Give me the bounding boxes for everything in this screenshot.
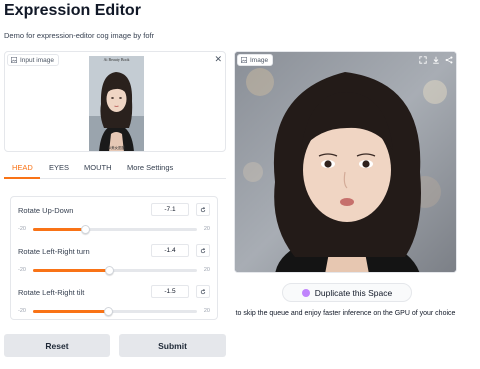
share-icon[interactable] (444, 55, 453, 64)
slider-number-input[interactable]: -7.1 (151, 203, 189, 216)
input-image-label: Input image (7, 54, 59, 66)
portrait-thumbnail-art (89, 56, 144, 151)
submit-button[interactable]: Submit (119, 334, 226, 357)
slider-fill (33, 228, 86, 231)
input-image-label-text: Input image (20, 56, 54, 64)
output-image-label: Image (237, 54, 274, 66)
duplicate-caption: to skip the queue and enjoy faster infer… (235, 310, 456, 317)
reset-icon[interactable] (196, 203, 210, 216)
slider-min-label: -20 (18, 308, 26, 314)
reset-icon[interactable] (196, 244, 210, 257)
slider-label: Rotate Left-Right tilt (18, 288, 85, 297)
tab-eyes[interactable]: EYES (49, 163, 69, 172)
slider-handle[interactable] (104, 307, 114, 316)
slider-track[interactable] (33, 266, 197, 275)
slider-fill (33, 269, 110, 272)
slider-rotate-left-right-turn: Rotate Left-Right turn -1.4 -20 20 (11, 244, 217, 283)
reset-button[interactable]: Reset (4, 334, 110, 357)
slider-fill (33, 310, 109, 313)
reset-icon[interactable] (196, 285, 210, 298)
tab-more-settings[interactable]: More Settings (127, 163, 173, 172)
page-title: Expression Editor (4, 2, 141, 19)
slider-rotate-up-down: Rotate Up-Down -7.1 -20 20 (11, 203, 217, 242)
image-icon (241, 57, 247, 63)
image-icon (11, 57, 17, 63)
slider-label: Rotate Up-Down (18, 206, 74, 215)
slider-track[interactable] (33, 307, 197, 316)
output-image-panel: Image (234, 51, 457, 273)
portrait-output-image (235, 52, 456, 272)
slider-min-label: -20 (18, 226, 26, 232)
head-sliders-panel: Rotate Up-Down -7.1 -20 20 Rotate Left-R… (10, 196, 218, 320)
output-image-label-text: Image (250, 56, 269, 64)
duplicate-space-button[interactable]: Duplicate this Space (282, 283, 412, 302)
slider-max-label: 20 (203, 308, 210, 314)
slider-max-label: 20 (203, 226, 210, 232)
page-subtitle: Demo for expression-editor cog image by … (4, 31, 155, 40)
slider-number-input[interactable]: -1.5 (151, 285, 189, 298)
slider-track[interactable] (33, 225, 197, 234)
fullscreen-icon[interactable] (418, 55, 427, 64)
slider-rotate-left-right-tilt: Rotate Left-Right tilt -1.5 -20 20 (11, 285, 217, 319)
input-image-panel[interactable]: Input image ✕ Ai Beauty Book AI美女图鉴 (4, 51, 226, 152)
download-icon[interactable] (431, 55, 440, 64)
tab-head[interactable]: HEAD (12, 163, 33, 172)
slider-handle[interactable] (81, 225, 91, 234)
duplicate-space-label: Duplicate this Space (314, 287, 393, 298)
input-image-thumbnail: Ai Beauty Book AI美女图鉴 (89, 56, 144, 151)
active-tab-indicator (4, 177, 40, 179)
duplicate-icon (301, 288, 310, 297)
thumbnail-caption-top: Ai Beauty Book (103, 57, 130, 62)
tab-bar: HEAD EYES MOUTH More Settings (4, 160, 226, 179)
slider-number-input[interactable]: -1.4 (151, 244, 189, 257)
slider-handle[interactable] (104, 266, 114, 275)
tab-mouth[interactable]: MOUTH (84, 163, 112, 172)
slider-max-label: 20 (203, 267, 210, 273)
close-icon[interactable]: ✕ (214, 54, 222, 64)
image-toolbar (418, 55, 453, 64)
slider-label: Rotate Left-Right turn (18, 247, 90, 256)
thumbnail-caption-bottom: AI美女图鉴 (107, 146, 126, 150)
slider-min-label: -20 (18, 267, 26, 273)
